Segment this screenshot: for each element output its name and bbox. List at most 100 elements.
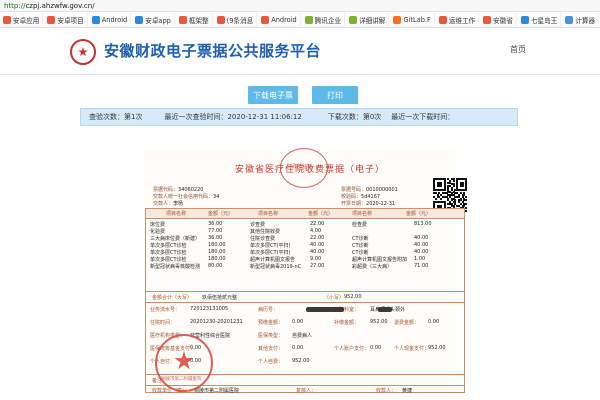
total-small-label: （小写） (324, 295, 345, 301)
info-value: 0.00 (292, 319, 304, 325)
item-amount: 40.00 (414, 235, 429, 241)
bookmark-item[interactable]: 七星岛王 (518, 13, 562, 26)
divider (146, 291, 464, 292)
bookmark-item[interactable]: GitLab.F (390, 13, 435, 26)
item-amount: 36.00 (208, 221, 223, 227)
bookmark-item[interactable]: 安卓app (132, 13, 175, 26)
total-small: 952.00 (344, 294, 362, 300)
bookmark-item[interactable]: 腾讯企业 (302, 13, 346, 26)
item-amount: 40.00 (414, 242, 429, 248)
column-header: 项目名称 (258, 211, 279, 217)
bookmark-favicon-icon (349, 15, 358, 24)
bookmark-favicon-icon (178, 15, 187, 24)
info-value: 20201230-20201231 (190, 319, 243, 325)
info-label: 个人账户支付： (334, 346, 370, 352)
bookmark-label: 七星岛王 (530, 16, 558, 25)
item-amount: 77.00 (208, 228, 223, 234)
meta-label: 开票日期： (341, 201, 367, 207)
bookmark-item[interactable]: 安卓应用 (0, 13, 44, 26)
item-amount: 9.00 (310, 256, 322, 262)
bookmark-favicon-icon (3, 15, 11, 24)
collector-label: 收款人： (376, 388, 397, 394)
bookmark-item[interactable]: (9条消息 (214, 13, 258, 26)
bookmark-label: 腾讯企业 (314, 16, 342, 25)
qr-module (440, 185, 443, 188)
bookmark-favicon-icon (216, 15, 225, 24)
info-value: 720123131005 (190, 306, 229, 312)
bookmark-favicon-icon (91, 15, 100, 24)
bookmark-favicon-icon (261, 15, 270, 24)
bookmark-item[interactable]: 计算器 (562, 13, 600, 26)
hospital-seal: 铜陵市第二附属医院 (155, 334, 213, 392)
item-name: 其他住院收费 (250, 229, 281, 235)
collector-name: 黄捷 (402, 388, 413, 394)
bookmark-label: 安卓应用 (13, 16, 40, 25)
info-value: 0.00 (428, 319, 440, 325)
item-name: CT诊断 (352, 236, 369, 242)
bookmark-favicon-icon (304, 15, 313, 24)
qr-module (465, 199, 468, 202)
item-name: 单次多层CT(平扫) (250, 250, 291, 256)
qr-module (465, 206, 468, 209)
nav-home-link[interactable]: 首页 (510, 44, 526, 55)
site-header: 安徽财政电子票据公共服务平台 首页 (0, 28, 600, 75)
bookmark-item[interactable]: 安卓项目 (44, 13, 88, 26)
info-label: 预缴金额： (258, 320, 284, 326)
bookmark-favicon-icon (135, 15, 144, 24)
bookmark-item[interactable]: 框架整 (176, 13, 213, 26)
qr-module (452, 185, 455, 188)
bookmark-label: 运维工作 (448, 16, 476, 25)
address-bar-url[interactable]: http://czpj.ahzwfw.gov.cn/ (0, 2, 95, 10)
qr-module (465, 195, 468, 198)
item-name: 超声计算机图文报告附加 (352, 257, 408, 263)
address-bar[interactable]: http://czpj.ahzwfw.gov.cn/ (0, 0, 600, 12)
download-invoice-button[interactable]: 下载电子票 (248, 86, 298, 104)
info-value: 952.00 (292, 358, 310, 364)
item-name: 单次多层CT诊检 (150, 250, 187, 256)
url-scheme: http:// (4, 1, 26, 10)
print-button[interactable]: 打印 (312, 86, 358, 104)
bookmark-label: 安卓app (145, 16, 171, 25)
item-name: CT诊断 (352, 250, 369, 256)
total-label: 金额合计（大写） (152, 295, 193, 301)
info-value: 0.00 (292, 345, 304, 351)
column-header: 项目名称 (352, 211, 373, 217)
meta-value: 34 (213, 194, 220, 200)
bookmark-item[interactable]: Android (89, 13, 132, 26)
bookmark-item[interactable]: 安徽省 (480, 13, 517, 26)
verify-count: 查验次数：第1次 (89, 113, 143, 121)
qr-module (434, 197, 437, 200)
item-name: 检查费 (352, 222, 368, 228)
item-name: 超声计算机图文报告 (250, 257, 296, 263)
redacted-field (306, 307, 344, 312)
item-name: 单次多层CT诊检 (150, 257, 187, 263)
item-name: 单次多层CT诊检 (150, 243, 187, 249)
meta-value: 2020-12-31 (366, 201, 396, 207)
bookmark-favicon-icon (565, 15, 574, 24)
bookmark-item[interactable]: 运维工作 (436, 13, 480, 26)
info-label: 其他支付： (258, 346, 284, 352)
bookmark-label: 安卓项目 (57, 16, 84, 25)
info-label: 住院时间： (150, 320, 176, 326)
qr-module (465, 210, 468, 213)
invoice-table-header: 项目名称 金额（元） 项目名称 金额（元） 项目名称 金额（元） (146, 209, 464, 219)
bookmark-label: 框架整 (188, 16, 209, 25)
info-label: 个人现金支付： (394, 346, 430, 352)
redacted-field (378, 307, 392, 312)
download-count: 下载次数：第0次 (327, 113, 382, 121)
finance-ministry-seal: 财政部监制 (280, 148, 328, 188)
info-value: 952.00 (370, 319, 388, 325)
bookmark-label: 计算器 (575, 16, 596, 25)
item-amount: 80.00 (208, 263, 223, 269)
bookmark-item[interactable]: Android (258, 13, 301, 26)
qr-module (452, 179, 455, 182)
qr-module (440, 197, 443, 200)
url-host: czpj.ahzwfw.gov.cn/ (25, 1, 95, 10)
bookmark-label: (9条消息 (226, 16, 254, 25)
e-invoice-document: 安徽省医疗住院收费票据（电子） 财政部监制 票据代码：34060220 交款人统一… (145, 148, 468, 394)
info-label: 退费金额： (394, 320, 420, 326)
item-amount: 180.00 (208, 249, 226, 255)
info-label: 病历号： (258, 307, 279, 313)
bookmarks-bar: 安卓应用 安卓项目 Android 安卓app 框架整 (9条消息 Android 腾讯企业 详… (0, 12, 600, 28)
bookmark-item[interactable]: 详细讲解 (346, 13, 390, 26)
